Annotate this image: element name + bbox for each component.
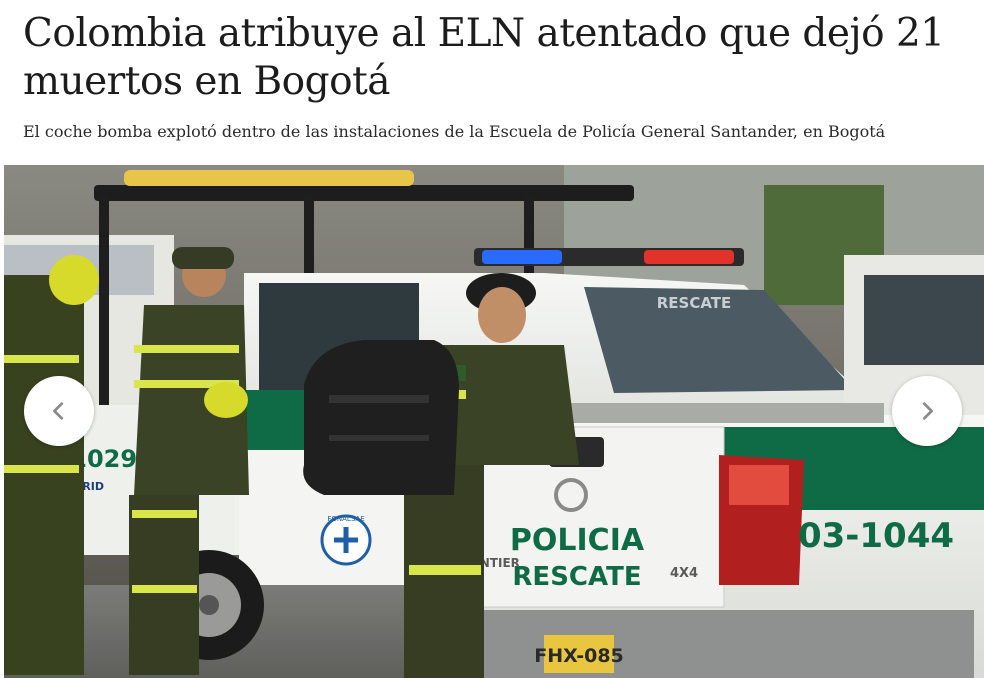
article-headline: Colombia atribuye al ELN atentado que de… — [23, 11, 945, 104]
truck-number: 03-1044 — [798, 516, 954, 556]
windshield-label: RESCATE — [657, 294, 732, 312]
fonalsae-badge: FONALSAE — [327, 515, 364, 523]
license-plate: FHX-085 — [534, 645, 624, 667]
truck-drive-badge: 4X4 — [670, 566, 698, 581]
news-photo: POLICIA RESCATE 03-1044 03-1029 FHX-085 … — [4, 165, 984, 678]
carousel-next-button[interactable] — [892, 376, 962, 446]
truck-label-policia: POLICIA — [510, 523, 645, 558]
truck-label-rescate: RESCATE — [512, 562, 641, 592]
chevron-left-icon — [53, 402, 64, 420]
chevron-right-icon — [922, 402, 933, 420]
photo-carousel: POLICIA RESCATE 03-1044 03-1029 FHX-085 … — [4, 165, 984, 678]
carousel-prev-button[interactable] — [24, 376, 94, 446]
article-subtitle: El coche bomba explotó dentro de las ins… — [23, 122, 886, 141]
